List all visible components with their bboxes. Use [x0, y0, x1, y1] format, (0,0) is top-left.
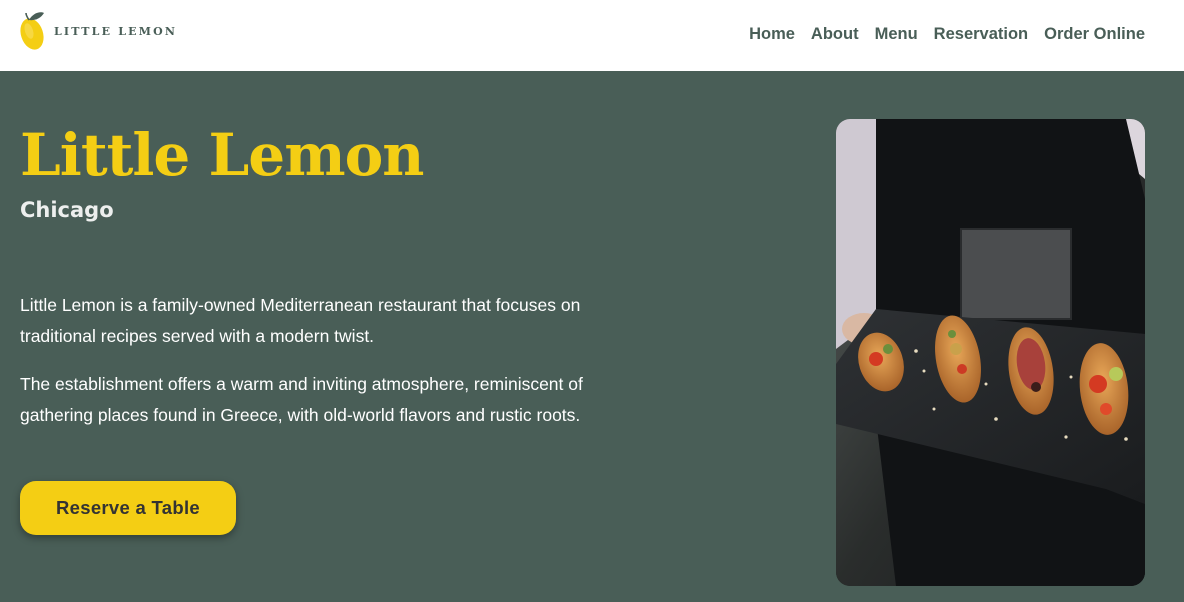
nav-order-online[interactable]: Order Online — [1044, 24, 1145, 44]
hero-title: Little Lemon — [20, 121, 424, 189]
site-header: LITTLE LEMON Home About Menu Reservation… — [0, 0, 1184, 71]
food-platter-photo — [836, 119, 1145, 586]
main-nav: Home About Menu Reservation Order Online — [749, 24, 1145, 44]
nav-reservation[interactable]: Reservation — [934, 24, 1028, 44]
hero-section: Little Lemon Chicago Little Lemon is a f… — [0, 71, 1184, 602]
hero-subtitle: Chicago — [20, 198, 114, 222]
nav-about[interactable]: About — [811, 24, 859, 44]
hero-description-2: The establishment offers a warm and invi… — [20, 374, 583, 425]
hero-food-image — [836, 119, 1145, 586]
reserve-table-button[interactable]: Reserve a Table — [20, 481, 236, 535]
hero-description-1: Little Lemon is a family-owned Mediterra… — [20, 295, 581, 346]
logo-link[interactable]: LITTLE LEMON — [20, 10, 177, 52]
nav-menu[interactable]: Menu — [875, 24, 918, 44]
lemon-icon — [20, 10, 46, 52]
logo-text: LITTLE LEMON — [54, 24, 178, 38]
nav-home[interactable]: Home — [749, 24, 795, 44]
